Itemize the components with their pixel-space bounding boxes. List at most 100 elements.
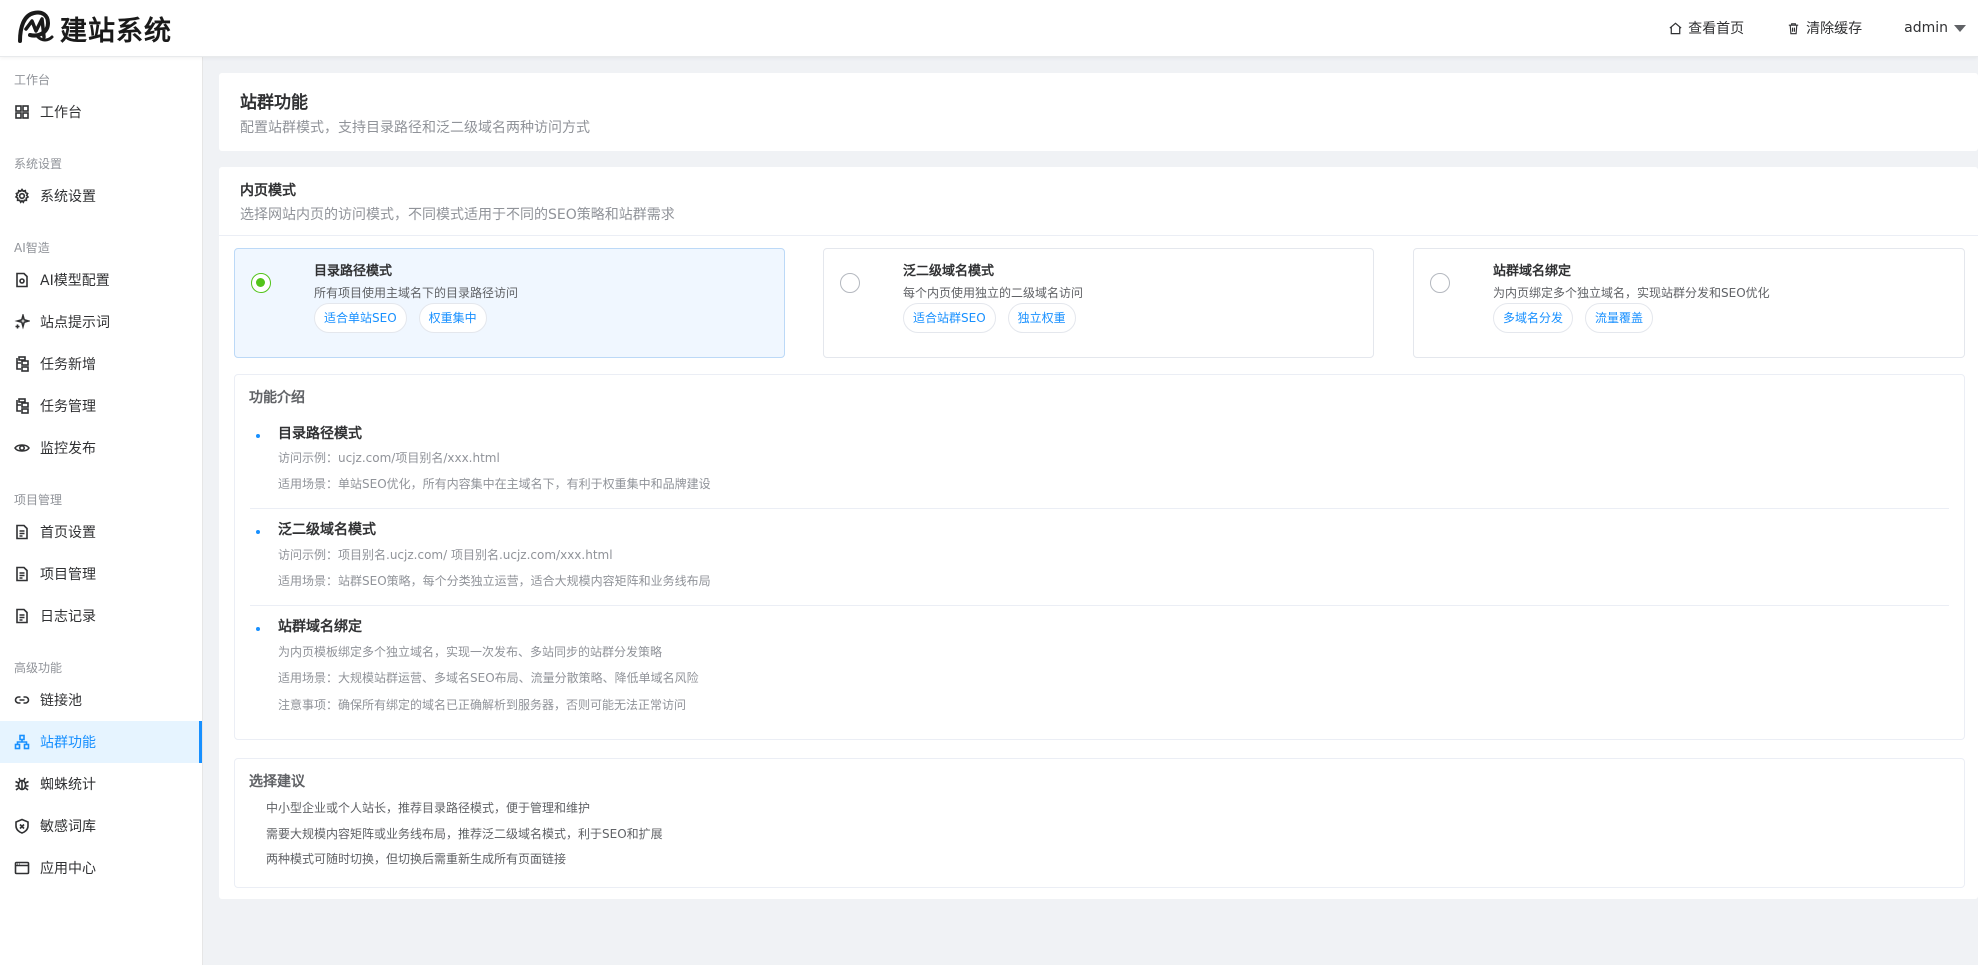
sidebar-item-app-center[interactable]: 应用中心 xyxy=(0,847,202,889)
sidebar-item-label: 链接池 xyxy=(40,693,82,709)
mode-desc: 每个内页使用独立的二级域名访问 xyxy=(903,286,1084,300)
sidebar-item-label: 任务新增 xyxy=(40,357,96,373)
file-icon xyxy=(16,566,28,582)
mode-title: 泛二级域名模式 xyxy=(903,264,995,279)
logo[interactable]: 建站系统 xyxy=(0,0,172,57)
trash-icon xyxy=(1788,22,1799,34)
top-header: 建站系统 查看首页 清除缓存 admin xyxy=(0,0,1978,57)
view-home-link[interactable]: 查看首页 xyxy=(1668,18,1744,38)
radio-subdomain[interactable] xyxy=(840,273,860,293)
gear-icon xyxy=(14,188,30,204)
sidebar-group-advanced: 高级功能 xyxy=(14,661,63,675)
sidebar-item-site-cluster[interactable]: 站群功能 xyxy=(0,721,202,763)
sidebar-item-home-settings[interactable]: 首页设置 xyxy=(0,511,202,553)
inner-mode-title: 内页模式 xyxy=(240,183,296,199)
intro-line: 为内页模板绑定多个独立域名，实现一次发布、多站同步的站群分发策略 xyxy=(278,645,663,659)
sidebar-item-site-prompts[interactable]: 站点提示词 xyxy=(0,301,202,343)
window-icon xyxy=(14,861,30,875)
intro-line: 注意事项：确保所有绑定的域名已正确解析到服务器，否则可能无法正常访问 xyxy=(278,698,687,712)
brand-name: 建站系统 xyxy=(60,15,172,47)
intro-item-title: 泛二级域名模式 xyxy=(278,522,376,538)
mode-option-subdomain[interactable]: 泛二级域名模式 每个内页使用独立的二级域名访问 适合站群SEO 独立权重 xyxy=(823,248,1374,358)
sidebar-item-task-manage[interactable]: 任务管理 xyxy=(0,385,202,427)
mode-tag: 权重集中 xyxy=(418,303,487,333)
mode-tag: 独立权重 xyxy=(1007,303,1076,333)
home-icon xyxy=(1669,22,1682,34)
view-home-label: 查看首页 xyxy=(1688,21,1745,37)
mode-tag: 适合单站SEO xyxy=(314,303,407,333)
document-icon xyxy=(16,272,28,288)
advice-line: 需要大规模内容矩阵或业务线布局，推荐泛二级域名模式，利于SEO和扩展 xyxy=(266,827,663,841)
sidebar-item-task-add[interactable]: 任务新增 xyxy=(0,343,202,385)
dashboard-icon xyxy=(15,105,29,119)
sidebar-item-system-settings[interactable]: 系统设置 xyxy=(0,175,202,217)
sidebar-group-ai: AI智造 xyxy=(14,241,50,255)
shield-icon xyxy=(15,818,29,834)
file-icon xyxy=(16,524,28,540)
mode-option-directory[interactable]: 目录路径模式 所有项目使用主域名下的目录路径访问 适合单站SEO 权重集中 xyxy=(234,248,785,358)
radio-directory[interactable] xyxy=(251,273,271,293)
inner-mode-subtitle: 选择网站内页的访问模式，不同模式适用于不同的SEO策略和站群需求 xyxy=(240,207,675,223)
sidebar-item-workbench[interactable]: 工作台 xyxy=(0,91,202,133)
sidebar-item-label: 日志记录 xyxy=(40,609,96,625)
sidebar-item-label: 蜘蛛统计 xyxy=(40,777,96,793)
bug-icon xyxy=(15,777,29,791)
mode-title: 站群域名绑定 xyxy=(1493,264,1572,279)
sidebar-item-project-manage[interactable]: 项目管理 xyxy=(0,553,202,595)
mode-option-domain-binding[interactable]: 站群域名绑定 为内页绑定多个独立域名，实现站群分发和SEO优化 多域名分发 流量… xyxy=(1413,248,1965,358)
divider xyxy=(250,605,1949,606)
advice-line: 中小型企业或个人站长，推荐目录路径模式，便于管理和维护 xyxy=(266,801,591,815)
sidebar-item-label: 项目管理 xyxy=(40,567,96,583)
intro-item-title: 站群域名绑定 xyxy=(278,619,362,635)
intro-line: 适用场景：大规模站群运营、多域名SEO布局、流量分散策略、降低单域名风险 xyxy=(278,671,699,685)
bullet-icon xyxy=(256,530,260,534)
sidebar: 工作台 工作台 系统设置 系统设置 AI智造 AI模型配置 站点提示词 任务新增… xyxy=(0,57,203,965)
chevron-down-icon xyxy=(1954,24,1966,32)
sidebar-item-monitor-publish[interactable]: 监控发布 xyxy=(0,427,202,469)
eye-icon xyxy=(14,444,30,452)
intro-line: 适用场景：单站SEO优化，所有内容集中在主域名下，有利于权重集中和品牌建设 xyxy=(278,477,711,491)
radio-domain-binding[interactable] xyxy=(1430,273,1450,293)
sidebar-item-label: 工作台 xyxy=(40,105,82,121)
sidebar-group-system: 系统设置 xyxy=(14,157,63,171)
intro-line: 访问示例：ucjz.com/项目别名/xxx.html xyxy=(278,451,500,465)
logo-mark-icon xyxy=(18,10,54,43)
sidebar-item-ai-model-config[interactable]: AI模型配置 xyxy=(0,259,202,301)
intro-line: 适用场景：站群SEO策略，每个分类独立运营，适合大规模内容矩阵和业务线布局 xyxy=(278,574,711,588)
feature-intro-panel: 功能介绍 目录路径模式 访问示例：ucjz.com/项目别名/xxx.html … xyxy=(234,374,1965,740)
sidebar-item-label: 站群功能 xyxy=(40,735,96,751)
advice-line: 两种模式可随时切换，但切换后需重新生成所有页面链接 xyxy=(266,852,567,866)
sidebar-item-label: 监控发布 xyxy=(40,441,96,457)
file-icon xyxy=(16,608,28,624)
advice-title: 选择建议 xyxy=(249,774,305,790)
page-header-card: 站群功能 配置站群模式，支持目录路径和泛二级域名两种访问方式 xyxy=(219,73,1978,151)
sidebar-item-label: 敏感词库 xyxy=(40,819,96,835)
divider xyxy=(219,235,1978,236)
mode-desc: 所有项目使用主域名下的目录路径访问 xyxy=(314,286,519,300)
sidebar-group-project: 项目管理 xyxy=(14,493,63,507)
mode-desc: 为内页绑定多个独立域名，实现站群分发和SEO优化 xyxy=(1493,286,1770,300)
mode-title: 目录路径模式 xyxy=(314,264,393,279)
clear-cache-label: 清除缓存 xyxy=(1806,21,1863,37)
mode-tag: 适合站群SEO xyxy=(903,303,996,333)
sidebar-item-sensitive-words[interactable]: 敏感词库 xyxy=(0,805,202,847)
divider xyxy=(250,508,1949,509)
link-icon xyxy=(14,696,30,704)
sidebar-item-spider-stats[interactable]: 蜘蛛统计 xyxy=(0,763,202,805)
page-subtitle: 配置站群模式，支持目录路径和泛二级域名两种访问方式 xyxy=(240,120,590,136)
sidebar-item-label: 系统设置 xyxy=(40,189,96,205)
sidebar-group-workbench: 工作台 xyxy=(14,73,51,87)
sidebar-item-label: 任务管理 xyxy=(40,399,96,415)
mode-tag: 多域名分发 xyxy=(1493,303,1574,333)
advice-panel: 选择建议 中小型企业或个人站长，推荐目录路径模式，便于管理和维护 需要大规模内容… xyxy=(234,758,1965,888)
sparkle-icon xyxy=(14,314,30,330)
tree-icon xyxy=(16,356,29,372)
intro-item-title: 目录路径模式 xyxy=(278,426,362,442)
sidebar-item-logs[interactable]: 日志记录 xyxy=(0,595,202,637)
user-menu[interactable]: admin xyxy=(1904,20,1966,36)
clear-cache-button[interactable]: 清除缓存 xyxy=(1786,18,1862,38)
sidebar-item-label: 站点提示词 xyxy=(40,315,110,331)
sidebar-item-link-pool[interactable]: 链接池 xyxy=(0,679,202,721)
mode-tag: 流量覆盖 xyxy=(1585,303,1654,333)
username: admin xyxy=(1904,20,1948,36)
